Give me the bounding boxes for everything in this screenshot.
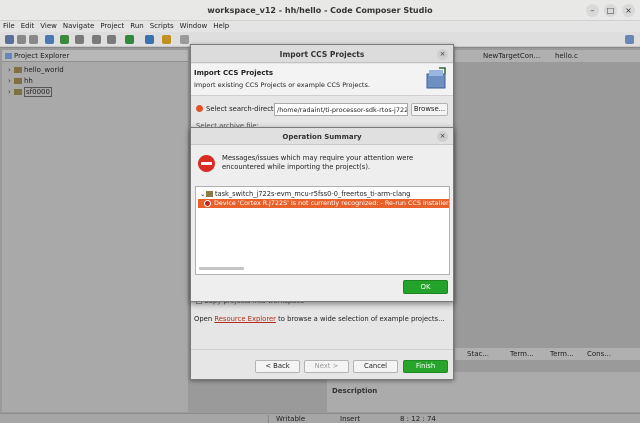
menu-bar: File Edit View Navigate Project Run Scripts Win… [0, 21, 640, 32]
minimize-icon[interactable]: – [586, 4, 599, 17]
window-titlebar: workspace_v12 - hh/hello - Code Composer… [0, 0, 640, 21]
import-subheading: Import existing CCS Projects or example … [194, 81, 370, 89]
op-message: Messages/issues which may require your a… [222, 154, 414, 171]
op-dialog-titlebar: Operation Summary × [191, 128, 453, 145]
folder-icon [14, 67, 22, 73]
radio-selected-icon [196, 105, 203, 112]
flash-icon[interactable] [75, 35, 84, 44]
build-icon[interactable] [45, 35, 54, 44]
import-dialog-title: Import CCS Projects [279, 50, 365, 59]
search-dir-input[interactable]: /home/radaint/ti-processor-sdk-rtos-j722 [274, 103, 408, 116]
import-divider [191, 349, 453, 350]
debug-icon[interactable] [60, 35, 69, 44]
window-title: workspace_v12 - hh/hello - Code Composer… [207, 6, 433, 15]
menu-view[interactable]: View [37, 21, 60, 30]
status-position: 8 : 12 : 74 [400, 415, 436, 423]
project-explorer-tab[interactable]: Project Explorer [2, 50, 188, 62]
menu-file[interactable]: File [0, 21, 18, 30]
pin-icon[interactable] [162, 35, 171, 44]
import-close-icon[interactable]: × [437, 49, 448, 60]
finish-button[interactable]: Finish [403, 360, 448, 373]
description-label: Description [332, 387, 378, 395]
resource-explorer-link[interactable]: Resource Explorer [214, 315, 276, 323]
browse-button[interactable]: Browse... [411, 103, 448, 116]
nav-icon[interactable] [180, 35, 189, 44]
next-button[interactable]: Next > [304, 360, 349, 373]
search-icon[interactable] [145, 35, 154, 44]
op-close-icon[interactable]: × [437, 131, 448, 142]
tool-icon[interactable] [107, 35, 116, 44]
project-explorer-icon [5, 53, 12, 59]
status-separator [268, 415, 269, 423]
perspective-icon[interactable] [625, 35, 634, 44]
error-row[interactable]: Device 'Cortex R.J722S' is not currently… [198, 199, 449, 208]
tab-console[interactable]: Cons... [587, 350, 611, 358]
operation-summary-dialog: Operation Summary × Messages/issues whic… [190, 127, 454, 302]
save-all-icon[interactable] [29, 35, 38, 44]
menu-scripts[interactable]: Scripts [147, 21, 177, 30]
tab-terminal-1[interactable]: Term... [510, 350, 534, 358]
project-node-label: task_switch_j722s-evm_mcu-r5fss0-0_freer… [215, 190, 411, 198]
tab-newtargetconfig[interactable]: NewTargetCon... [483, 52, 540, 60]
horizontal-scrollbar[interactable] [199, 267, 244, 270]
save-icon[interactable] [17, 35, 26, 44]
tab-stack[interactable]: Stac... [467, 350, 489, 358]
tab-hello-c[interactable]: hello.c [555, 52, 578, 60]
cancel-button[interactable]: Cancel [353, 360, 398, 373]
error-icon [204, 200, 211, 207]
folder-icon [14, 89, 22, 95]
tree-item-sf0000[interactable]: › sf0000 [8, 87, 52, 98]
status-bar: Writable Insert 8 : 12 : 74 [0, 413, 640, 423]
maximize-icon[interactable]: □ [604, 4, 617, 17]
menu-run[interactable]: Run [127, 21, 146, 30]
project-explorer-panel: › hello_world › hh › sf0000 [2, 62, 188, 412]
import-heading: Import CCS Projects [194, 69, 274, 77]
status-insert: Insert [340, 415, 361, 423]
project-node[interactable]: ⌄ task_switch_j722s-evm_mcu-r5fss0-0_free… [200, 190, 410, 198]
op-issue-tree[interactable]: ⌄ task_switch_j722s-evm_mcu-r5fss0-0_free… [195, 186, 450, 275]
tree-item-hello-world[interactable]: › hello_world [8, 66, 64, 76]
editor-tab-strip: NewTargetCon... hello.c [455, 50, 640, 62]
menu-window[interactable]: Window [177, 21, 211, 30]
ok-button[interactable]: OK [403, 280, 448, 294]
menu-project[interactable]: Project [97, 21, 127, 30]
import-header: Import CCS Projects Import existing CCS … [191, 64, 453, 96]
project-explorer-label: Project Explorer [14, 52, 70, 60]
error-stop-icon [198, 155, 215, 172]
op-dialog-title: Operation Summary [282, 133, 362, 141]
run-icon[interactable] [125, 35, 134, 44]
menu-help[interactable]: Help [210, 21, 232, 30]
menu-navigate[interactable]: Navigate [60, 21, 97, 30]
back-button[interactable]: < Back [255, 360, 300, 373]
tab-terminal-2[interactable]: Term... [550, 350, 574, 358]
terminal-icon[interactable] [92, 35, 101, 44]
tree-item-hh[interactable]: › hh [8, 77, 33, 87]
import-folder-icon [426, 67, 446, 89]
window-close-icon[interactable]: × [622, 4, 635, 17]
status-writable: Writable [276, 415, 306, 423]
new-icon[interactable] [5, 35, 14, 44]
open-resource-explorer-text: Open Resource Explorer to browse a wide … [194, 315, 445, 323]
search-dir-radio[interactable]: Select search-directory: [196, 105, 286, 113]
project-icon [206, 191, 213, 197]
lower-right-tab-strip: Stac... Term... Term... Cons... [455, 348, 640, 360]
folder-icon [14, 78, 22, 84]
menu-edit[interactable]: Edit [18, 21, 38, 30]
import-dialog-titlebar: Import CCS Projects × [191, 45, 453, 63]
error-row-text: Device 'Cortex R.J722S' is not currently… [214, 199, 449, 207]
